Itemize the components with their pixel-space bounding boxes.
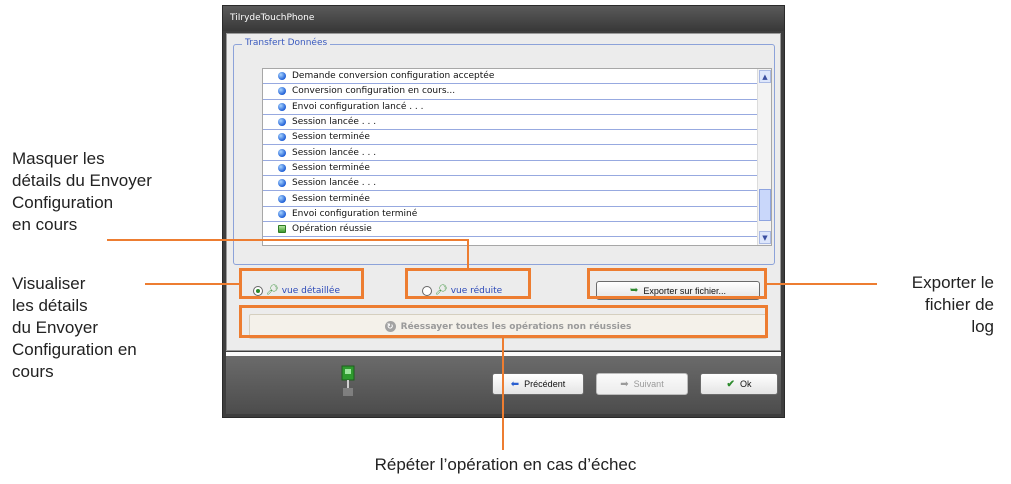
log-row: Session terminée [263,161,771,177]
annotation-export-log: Exporter le fichier de log [911,273,994,336]
highlight-export [587,268,767,299]
info-bullet-icon [278,102,286,111]
annotation-retry: Répéter l’opération en cas d’échec [374,455,637,474]
connector-line [767,283,877,285]
info-bullet-icon [278,87,286,96]
window-title: TiIrydeTouchPhone [223,6,784,31]
info-bullet-icon [278,72,286,81]
log-row: Session lancée . . . [263,145,771,161]
transfer-groupbox: Transfert Données Demande conversion con… [233,38,775,265]
info-bullet-icon [278,118,286,127]
dialog-client-area: Transfert Données Demande conversion con… [226,33,781,351]
network-device-icon [341,365,355,396]
connector-line [107,239,469,241]
highlight-retry [239,305,768,338]
ok-button[interactable]: ✔ Ok [700,373,778,395]
info-bullet-icon [278,148,286,157]
next-button[interactable]: ➡ Suivant [596,373,688,395]
annotation-hide-details: Masquer les détails du Envoyer Configura… [12,149,152,234]
scroll-down-icon[interactable]: ▼ [759,231,771,244]
group-title: Transfert Données [242,38,331,48]
success-icon [278,225,286,234]
log-row: Demande conversion configuration accepté… [263,69,771,85]
highlight-reduced-view [405,268,531,299]
log-row: Session lancée . . . [263,176,771,192]
connector-line [502,338,504,450]
info-bullet-icon [278,194,286,203]
connector-line [467,239,469,269]
scroll-up-icon[interactable]: ▲ [759,70,771,83]
info-bullet-icon [278,209,286,218]
highlight-detailed-view [239,268,364,299]
log-scrollbar[interactable]: ▲ ▼ [757,69,771,245]
log-row: Opération réussie [263,222,771,238]
connector-line [145,283,240,285]
log-row: Session lancée . . . [263,115,771,131]
log-row: Session terminée [263,191,771,207]
log-row: Envoi configuration lancé . . . [263,100,771,115]
log-row: Session terminée [263,130,771,146]
annotation-show-details: Visualiser les détails du Envoyer Config… [12,274,137,381]
log-rows: Demande conversion configuration accepté… [263,69,771,238]
checkmark-icon: ✔ [726,378,735,390]
previous-button[interactable]: ⬅ Précédent [492,373,584,395]
log-row: Conversion configuration en cours... [263,84,771,100]
info-bullet-icon [278,179,286,188]
arrow-left-icon: ⬅ [510,378,520,390]
info-bullet-icon [278,163,286,172]
arrow-right-icon: ➡ [620,378,629,390]
log-row: Envoi configuration terminé [263,207,771,222]
scroll-thumb[interactable] [759,189,771,221]
info-bullet-icon [278,133,286,142]
log-list[interactable]: Demande conversion configuration accepté… [262,68,772,246]
